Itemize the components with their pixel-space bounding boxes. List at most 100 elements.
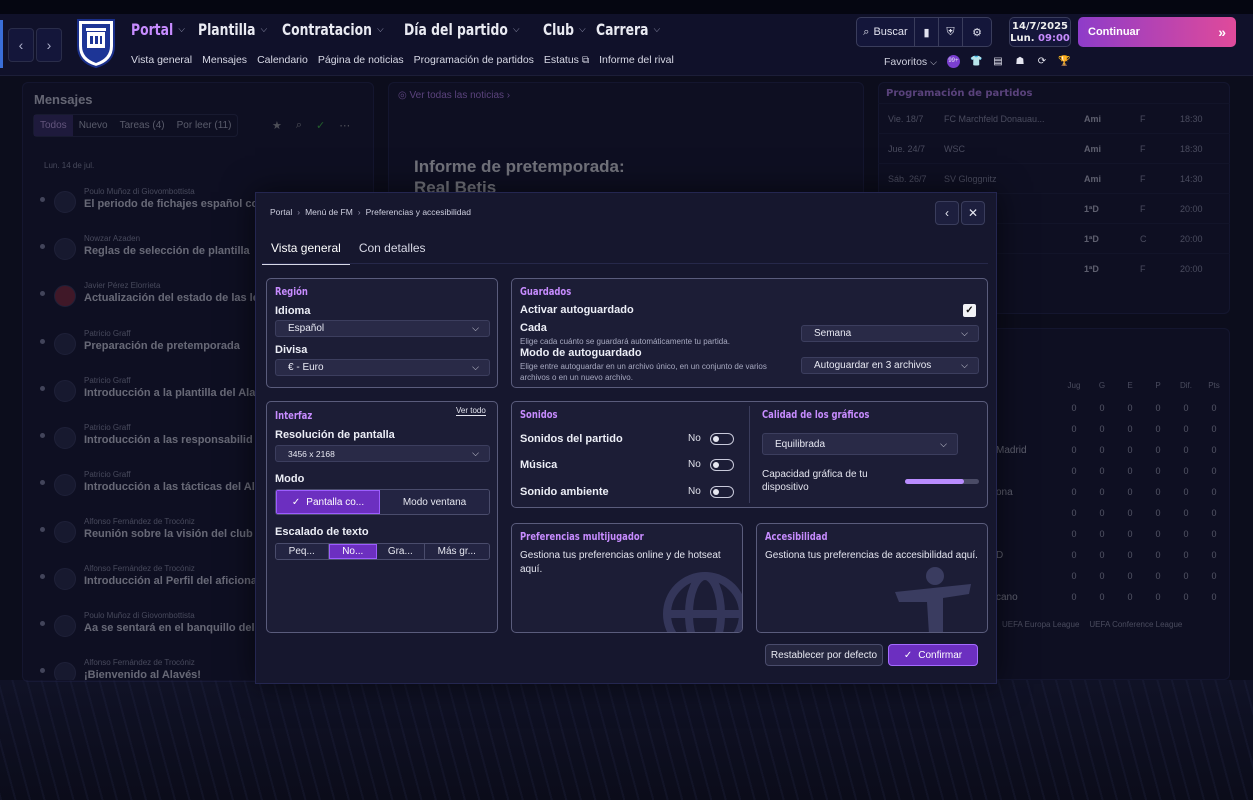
all-news-link[interactable]: ◎ Ver todas las noticias › <box>398 90 510 101</box>
date-text: 14/7/2025 <box>1011 21 1068 32</box>
message-item[interactable]: Patricio Graff Introducción a las respons… <box>40 423 290 449</box>
trophy-icon[interactable]: 🏆 <box>1058 56 1070 68</box>
graphics-quality-dropdown[interactable]: Equilibrada ⌵ <box>762 433 958 455</box>
bookmark-button[interactable]: ▮ <box>915 18 939 46</box>
message-item[interactable]: Alfonso Fernández de Trocóniz Introducció… <box>40 564 290 590</box>
subnav-estatus[interactable]: Estatus ⧉ <box>544 54 589 66</box>
nav-carrera[interactable]: Carrera ⌵ <box>596 20 660 39</box>
league-row[interactable]: 0 0 0 0 0 0 <box>996 571 1228 581</box>
subnav-mensajes[interactable]: Mensajes <box>202 54 247 66</box>
modal-back-button[interactable]: ‹ <box>935 201 959 225</box>
scale-normal[interactable]: No... <box>328 544 378 559</box>
filter-nuevo[interactable]: Nuevo <box>73 115 114 136</box>
clipboard-icon[interactable]: ▤ <box>992 56 1004 68</box>
league-row[interactable]: D 0 0 0 0 0 0 <box>996 550 1228 561</box>
stat-cell: 0 <box>1071 466 1077 476</box>
subnav-calendario[interactable]: Calendario <box>257 54 308 66</box>
resolution-dropdown[interactable]: 3456 x 2168 ⌵ <box>275 445 490 462</box>
multiplayer-card[interactable]: Preferencias multijugador Gestiona tus p… <box>511 523 743 633</box>
search-icon[interactable]: ⌕ <box>296 119 302 132</box>
tab-con-detalles[interactable]: Con detalles <box>350 233 435 265</box>
league-row[interactable]: 0 0 0 0 0 0 <box>996 466 1228 476</box>
confirm-button[interactable]: ✓ Confirmar <box>888 644 978 666</box>
league-row[interactable]: ona 0 0 0 0 0 0 <box>996 487 1228 498</box>
accessibility-card[interactable]: Accesibilidad Gestiona tus preferencias … <box>756 523 988 633</box>
league-row[interactable]: 0 0 0 0 0 0 <box>996 424 1228 434</box>
messages-badge-icon[interactable]: 99+ <box>946 55 960 68</box>
filter-tareas[interactable]: Tareas (4) <box>114 115 171 136</box>
league-row[interactable]: 0 0 0 0 0 0 <box>996 529 1228 539</box>
nav-club[interactable]: Club ⌵ <box>543 20 586 39</box>
league-row[interactable]: cano 0 0 0 0 0 0 <box>996 592 1228 603</box>
subnav-programacion[interactable]: Programación de partidos <box>414 54 534 66</box>
mode-windowed[interactable]: Modo ventana <box>380 490 489 514</box>
filter-por-leer[interactable]: Por leer (11) <box>171 115 238 136</box>
schedule-row[interactable]: Sáb. 26/7 SV Gloggnitz Ami F 14:30 <box>878 163 1230 193</box>
accessibility-desc: Gestiona tus preferencias de accesibilid… <box>765 550 978 561</box>
schedule-row[interactable]: Vie. 18/7 FC Marchfeld Donauau... Ami F 18:3… <box>878 103 1230 133</box>
message-item[interactable]: Alfonso Fernández de Trocóniz Reunión sob… <box>40 517 290 543</box>
nav-plantilla[interactable]: Plantilla ⌵ <box>198 20 267 39</box>
refresh-icon[interactable]: ⟳ <box>1036 56 1048 68</box>
league-row[interactable]: 0 0 0 0 0 0 <box>996 508 1228 518</box>
stat-cell: 0 <box>1099 571 1105 581</box>
shield-button[interactable]: ⛨ <box>939 18 963 46</box>
continue-button[interactable]: Continuar » <box>1078 17 1236 47</box>
more-icon[interactable]: ⋯ <box>339 119 350 132</box>
reset-defaults-button[interactable]: Restablecer por defecto <box>765 644 883 666</box>
message-item[interactable]: Poulo Muñoz di Giovombottista El periodo … <box>40 187 290 213</box>
scout-icon[interactable]: ☗ <box>1014 56 1026 68</box>
nav-portal[interactable]: Portal ⌵ <box>131 20 185 39</box>
scale-large[interactable]: Gra... <box>377 544 425 559</box>
settings-button[interactable]: ⚙ <box>963 18 991 46</box>
message-item[interactable]: Poulo Muñoz di Giovombottista Aa se senta… <box>40 611 290 637</box>
music-toggle[interactable] <box>710 459 734 471</box>
subnav-noticias[interactable]: Página de noticias <box>318 54 404 66</box>
filter-todos[interactable]: Todos <box>34 115 73 136</box>
modal-close-button[interactable]: ✕ <box>961 201 985 225</box>
mode-fullscreen[interactable]: ✓ Pantalla co... <box>276 490 381 514</box>
stat-cell: 0 <box>1155 445 1161 455</box>
team-name <box>996 529 1060 539</box>
forward-button[interactable]: › <box>36 28 62 62</box>
breadcrumb-item[interactable]: Portal <box>270 207 292 217</box>
club-crest-icon[interactable] <box>76 18 116 68</box>
shirt-icon[interactable]: 👕 <box>970 56 982 68</box>
back-button[interactable]: ‹ <box>8 28 34 62</box>
subnav-estatus-label: Estatus <box>543 54 579 66</box>
match-sounds-toggle[interactable] <box>710 433 734 445</box>
team-name <box>996 508 1060 518</box>
currency-dropdown[interactable]: € - Euro ⌵ <box>275 359 490 376</box>
nav-label: Club <box>542 20 574 39</box>
nav-contratacion[interactable]: Contratacion ⌵ <box>282 20 384 39</box>
schedule-row[interactable]: Jue. 24/7 WSC Ami F 18:30 <box>878 133 1230 163</box>
check-icon[interactable]: ✓ <box>316 119 325 132</box>
ambient-sound-toggle[interactable] <box>710 486 734 498</box>
subnav-vista-general[interactable]: Vista general <box>131 54 192 66</box>
message-item[interactable]: Javier Pérez Elorrieta Actualización del … <box>40 281 290 307</box>
breadcrumb-item[interactable]: Menú de FM <box>305 207 353 217</box>
subnav-informe-rival[interactable]: Informe del rival <box>599 54 674 66</box>
favorites-dropdown[interactable]: Favoritos ⌵ <box>884 56 937 68</box>
message-item[interactable]: Patricio Graff Introducción a la plantill… <box>40 376 290 402</box>
game-date[interactable]: 14/7/2025 Lun. 09:00 <box>1009 17 1071 47</box>
league-row[interactable]: 0 0 0 0 0 0 <box>996 403 1228 413</box>
league-row[interactable]: Madrid 0 0 0 0 0 0 <box>996 445 1228 456</box>
autosave-mode-dropdown[interactable]: Autoguardar en 3 archivos ⌵ <box>801 357 979 374</box>
search-button[interactable]: ⌕ Buscar <box>857 18 915 46</box>
see-all-link[interactable]: Ver todo <box>456 406 486 416</box>
autosave-checkbox[interactable]: ✓ <box>963 304 976 317</box>
message-item[interactable]: Patricio Graff Introducción a las táctica… <box>40 470 290 496</box>
message-item[interactable]: Alfonso Fernández de Trocóniz ¡Bienvenido… <box>40 658 290 680</box>
language-dropdown[interactable]: Español ⌵ <box>275 320 490 337</box>
message-item[interactable]: Patricio Graff Preparación de pretemporad… <box>40 329 290 355</box>
chevron-down-icon: ⌵ <box>472 448 479 458</box>
star-icon[interactable]: ★ <box>272 119 282 132</box>
scale-small[interactable]: Peq... <box>276 544 329 559</box>
unread-dot <box>40 244 45 249</box>
tab-vista-general[interactable]: Vista general <box>262 233 350 265</box>
save-frequency-dropdown[interactable]: Semana ⌵ <box>801 325 979 342</box>
message-item[interactable]: Nowzar Azaden Reglas de selección de plan… <box>40 234 290 260</box>
scale-extra-large[interactable]: Más gr... <box>424 544 489 559</box>
nav-dia-del-partido[interactable]: Día del partido ⌵ <box>404 20 520 39</box>
